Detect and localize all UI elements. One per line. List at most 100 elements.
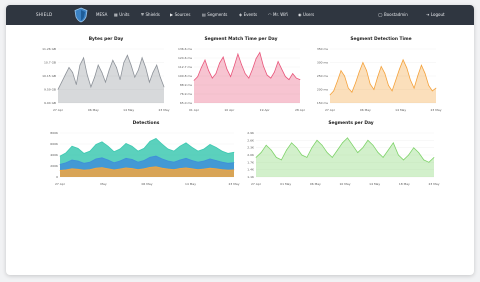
data-point [97,64,99,66]
data-point [152,72,154,73]
x-tick-label: 14 May [123,108,134,112]
data-point [215,146,217,148]
logout-link[interactable]: ⇥ Logout [426,12,445,17]
data-point [173,150,175,152]
y-tick-label: 124.6 ms [178,56,192,60]
data-point [219,62,220,64]
grid-icon: ▦ [114,12,118,17]
data-point [197,76,199,77]
data-point [105,81,106,83]
data-point [79,64,81,66]
y-tick-label: 1.4K [247,168,255,172]
data-point [143,160,145,161]
data-point [65,152,67,154]
data-point [252,68,253,70]
data-point [161,158,163,160]
data-point [362,62,364,63]
data-point [311,147,313,149]
data-point [281,159,282,161]
nav-item-events[interactable]: ◈ Events [239,12,257,17]
account-menu[interactable]: ◯ Boostadmin [378,12,408,17]
data-point [275,157,277,158]
data-point [423,159,425,161]
data-point [143,148,145,149]
nav-item-shields[interactable]: ⛨ Shields [141,12,160,17]
data-point [113,151,115,153]
data-point [179,168,181,169]
brand-subname: MESA [96,12,108,17]
nav-item-mr-wifi[interactable]: ◠ Mr. Wifi [268,12,288,17]
nav-item-label: Events [243,12,258,17]
data-point [424,72,426,74]
data-point [203,168,205,170]
data-point [167,148,169,150]
logout-icon: ⇥ [426,12,430,17]
segments-icon: ▤ [202,12,206,17]
brand-name[interactable]: SHIELD [36,12,52,17]
data-point [191,168,193,170]
data-point [179,159,181,161]
data-point [94,76,95,78]
bytes-chart[interactable]: 11.26 GB 10.7 GB 10.15 GB 9.59 GB 9.04 GB 27 … [38,43,170,113]
data-point [352,144,353,146]
data-point [373,89,375,90]
nav-item-users[interactable]: ◉ Users [298,12,314,17]
data-point [342,142,343,144]
data-point [197,150,199,152]
account-label: Boostadmin [383,12,408,17]
y-tick-label: 800K [50,131,59,135]
detection-chart[interactable]: 350 ms 300 ms 250 ms 200 ms 150 ms 27 Apr 06 M… [310,43,442,113]
data-point [203,148,205,150]
y-tick-label: 350 ms [317,47,329,51]
data-point [127,54,128,56]
data-point [101,72,103,73]
data-point [233,65,235,67]
data-point [357,152,359,153]
x-tick-label: 28 Apr [295,108,306,112]
data-point [387,149,389,151]
data-point [395,79,397,81]
nav-item-segments[interactable]: ▤ Segments [202,12,227,17]
data-point [185,157,187,159]
y-tick-label: 250 ms [317,74,329,78]
segments-chart[interactable]: 2.9K 2.6K 2.3K 2.0K 1.7K 1.4K 1.1K 27 Apr 01 May… [238,127,439,187]
data-point [149,81,150,83]
data-point [259,52,261,53]
x-tick-label: 27 Apr [55,182,66,186]
data-point [413,87,415,89]
data-point [197,161,199,163]
data-point [255,157,257,158]
data-point [149,156,151,158]
data-point [384,72,386,74]
data-point [402,59,404,61]
data-point [77,168,79,170]
data-point [86,74,88,76]
x-tick-label: 14 May [395,108,406,112]
data-point [72,72,73,73]
nav-item-units[interactable]: ▦ Units [114,12,130,17]
y-tick-label: 11.26 GB [42,47,56,51]
data-point [221,161,223,163]
data-point [71,145,73,147]
data-point [173,161,175,163]
data-point [331,157,333,158]
data-point [296,147,298,149]
match-chart[interactable]: 136.6 ms 124.6 ms 112.7 ms 100.8 ms 88.9 ms 7… [174,43,306,113]
data-point [337,149,338,151]
x-tick-label: 27 Apr [325,108,336,112]
data-point [344,75,345,77]
events-icon: ◈ [239,12,243,17]
data-point [333,90,335,92]
data-point [130,64,132,66]
data-point [266,74,268,76]
data-point [265,144,267,146]
data-point [301,154,303,156]
shield-logo-icon[interactable] [73,7,89,23]
data-point [125,167,127,169]
y-tick-label: 65.0 ms [180,101,193,105]
data-point [167,168,169,170]
nav-item-sources[interactable]: ▶ Sources [170,12,190,17]
detections-chart[interactable]: 800K600K400K200K027 Apr May 06 May 14 May 23… [38,127,239,187]
y-tick-label: 2.3K [247,146,255,150]
data-point [145,67,147,68]
